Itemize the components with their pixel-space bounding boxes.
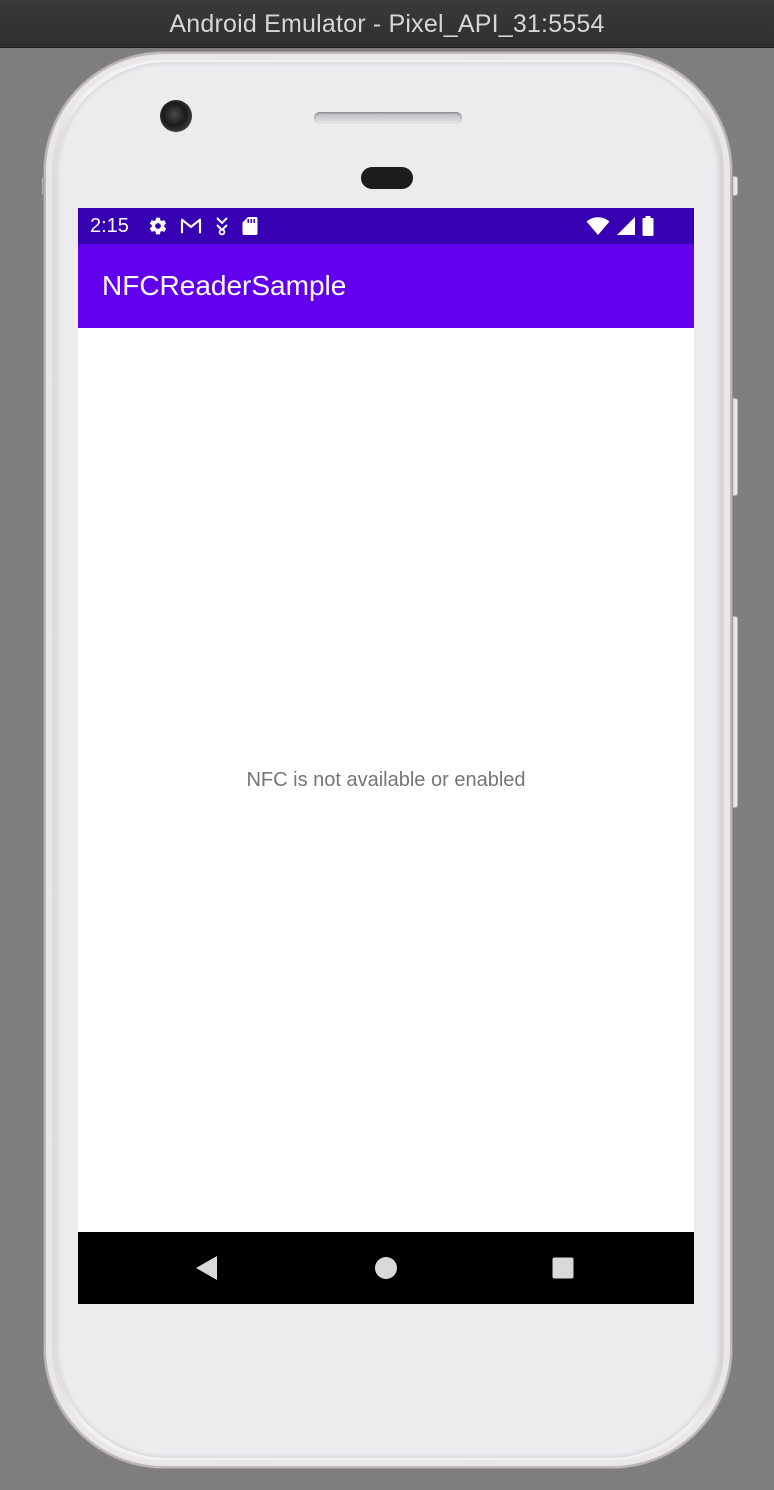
main-content: NFC is not available or enabled xyxy=(78,328,694,1232)
status-time: 2:15 xyxy=(90,215,129,237)
home-button[interactable] xyxy=(370,1252,402,1284)
back-icon xyxy=(196,1256,217,1280)
settings-icon xyxy=(149,217,167,235)
front-camera xyxy=(160,100,192,132)
notification-icons xyxy=(148,216,258,236)
cell-signal-icon xyxy=(617,217,635,235)
back-button[interactable] xyxy=(190,1252,222,1284)
recents-button[interactable] xyxy=(547,1252,579,1284)
status-bar[interactable]: 2:15 xyxy=(78,208,694,244)
nfc-status-message: NFC is not available or enabled xyxy=(246,769,526,791)
battery-icon xyxy=(642,216,654,236)
window-titlebar[interactable]: Android Emulator - Pixel_API_31:5554 xyxy=(0,0,774,48)
earpiece-speaker xyxy=(314,112,462,124)
app-title: NFCReaderSample xyxy=(102,270,347,301)
navigation-bar xyxy=(78,1232,694,1304)
system-icons xyxy=(586,216,654,236)
emulator-window: Android Emulator - Pixel_API_31:5554 2:1… xyxy=(0,0,774,1490)
home-icon xyxy=(375,1257,397,1279)
device-screen[interactable]: 2:15 NFCReaderSample NFC is not availabl… xyxy=(78,208,694,1304)
proximity-sensor xyxy=(361,167,413,189)
gmail-icon xyxy=(180,218,202,234)
wifi-icon xyxy=(586,217,610,235)
recents-icon xyxy=(552,1257,574,1279)
download-icon xyxy=(216,217,228,236)
sd-card-icon xyxy=(242,217,258,235)
window-title: Android Emulator - Pixel_API_31:5554 xyxy=(169,10,605,38)
app-toolbar: NFCReaderSample xyxy=(78,244,694,328)
